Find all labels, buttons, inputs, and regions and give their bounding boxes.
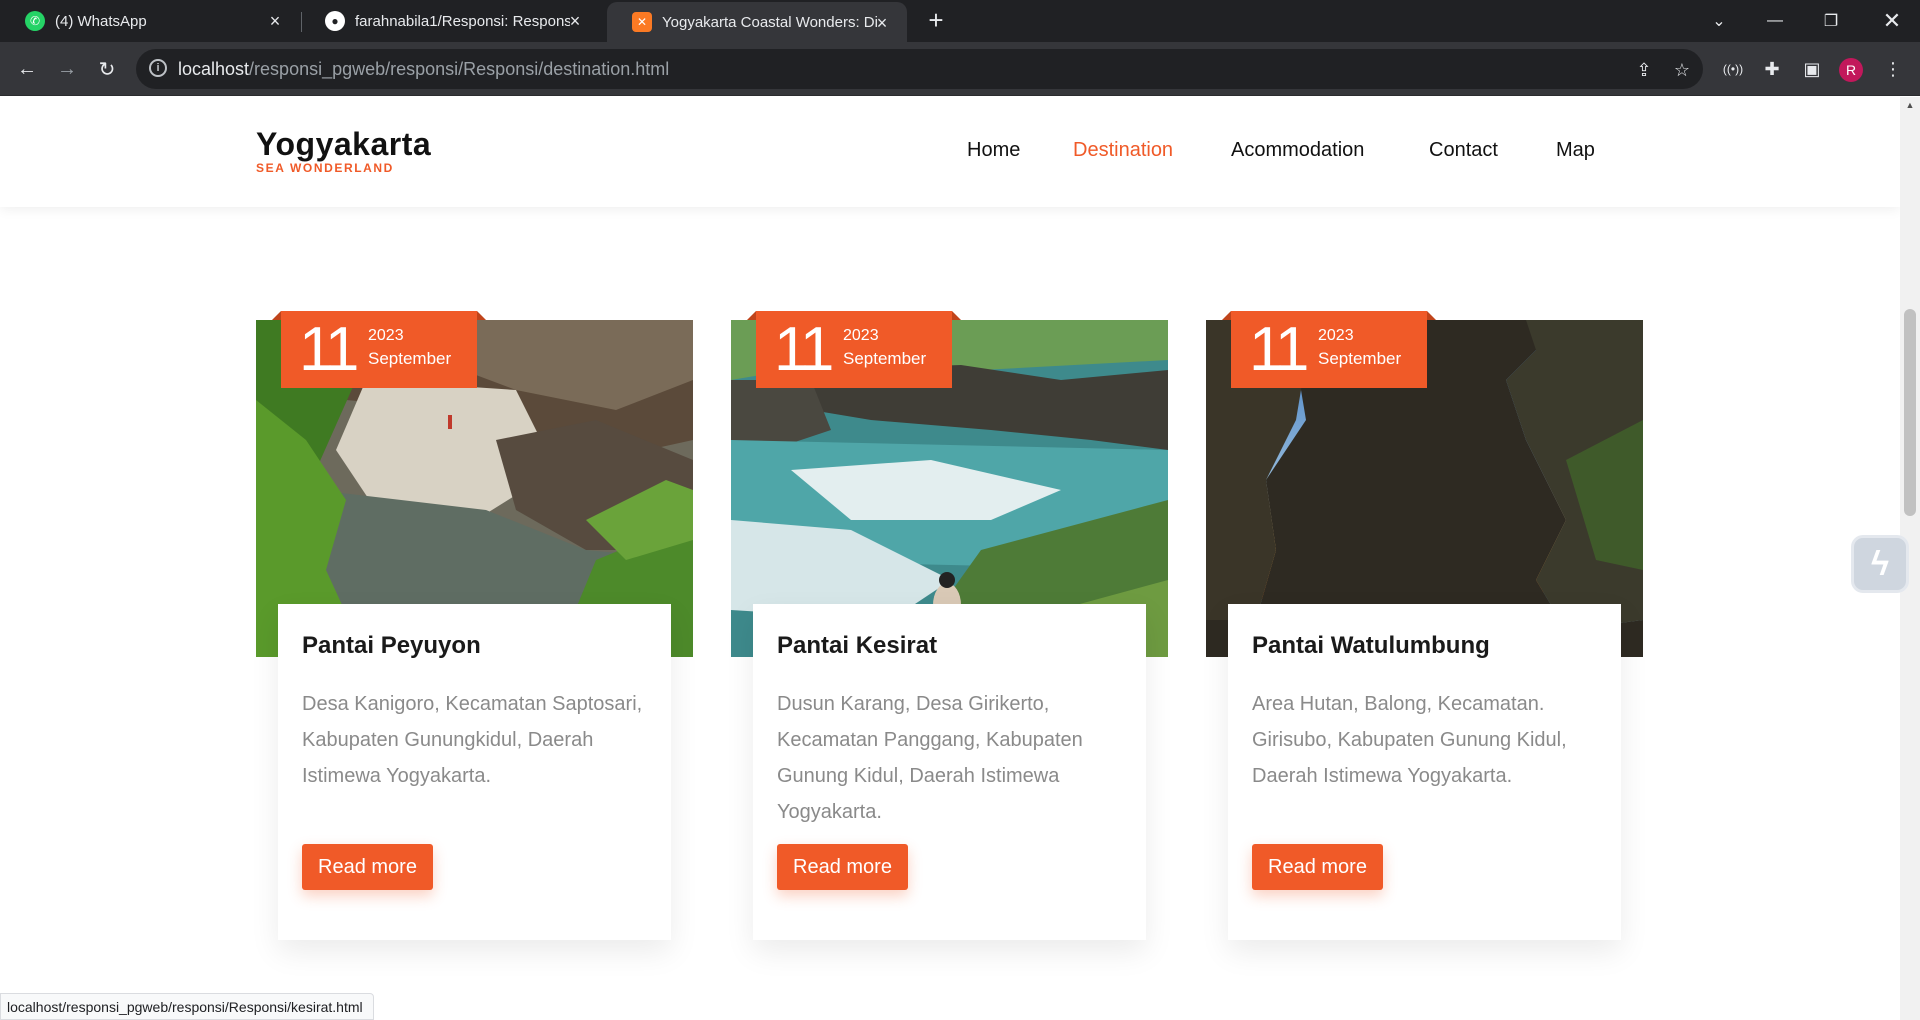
card-body: Pantai Peyuyon Desa Kanigoro, Kecamatan … xyxy=(278,604,671,940)
tab-title: (4) WhatsApp xyxy=(55,12,147,30)
tab-destination[interactable]: ✕ Yogyakarta Coastal Wonders: Di × xyxy=(607,2,907,42)
whatsapp-icon: ✆ xyxy=(25,11,45,31)
card-body: Pantai Kesirat Dusun Karang, Desa Girike… xyxy=(753,604,1146,940)
date-badge: 11 2023 September xyxy=(281,311,477,388)
brand-tagline: SEA WONDERLAND xyxy=(256,161,394,175)
brand-name: Yogyakarta xyxy=(256,126,432,162)
tab-github[interactable]: ● farahnabila1/Responsi: Responsi × xyxy=(300,0,600,42)
tab-search-icon[interactable]: ⌄ xyxy=(1691,0,1747,42)
browser-tab-bar: ✆ (4) WhatsApp × ● farahnabila1/Responsi… xyxy=(0,0,1920,42)
site-info-icon[interactable]: i xyxy=(149,59,167,77)
date-year: 2023 xyxy=(1318,327,1354,344)
read-more-button[interactable]: Read more xyxy=(777,844,908,890)
destination-name[interactable]: Pantai Kesirat xyxy=(777,632,1122,660)
share-icon[interactable]: ⇪ xyxy=(1633,59,1655,81)
extensions-puzzle-icon[interactable]: ✚ xyxy=(1757,54,1787,84)
scroll-up-icon[interactable]: ▲ xyxy=(1904,100,1916,112)
date-month: September xyxy=(843,349,927,368)
reload-button[interactable]: ↻ xyxy=(92,54,122,84)
kebab-menu-icon[interactable]: ⋮ xyxy=(1878,54,1908,84)
nav-acommodation[interactable]: Acommodation xyxy=(1231,139,1364,162)
tab-whatsapp[interactable]: ✆ (4) WhatsApp × xyxy=(0,0,300,42)
profile-avatar[interactable]: R xyxy=(1839,58,1863,82)
url-host: localhost xyxy=(178,59,250,79)
extension-radio-icon[interactable]: ((•)) xyxy=(1718,54,1748,84)
scrollbar-thumb[interactable] xyxy=(1904,309,1916,516)
date-month: September xyxy=(1318,349,1402,368)
destination-address: Desa Kanigoro, Kecamatan Saptosari, Kabu… xyxy=(302,693,643,787)
date-badge: 11 2023 September xyxy=(1231,311,1427,388)
tab-title: Yogyakarta Coastal Wonders: Di xyxy=(662,13,877,31)
nav-map[interactable]: Map xyxy=(1556,139,1595,162)
bookmark-star-icon[interactable]: ☆ xyxy=(1671,59,1693,81)
read-more-button[interactable]: Read more xyxy=(1252,844,1383,890)
read-more-button[interactable]: Read more xyxy=(302,844,433,890)
date-year: 2023 xyxy=(368,327,404,344)
side-panel-icon[interactable]: ▣ xyxy=(1797,54,1827,84)
close-window-button[interactable]: ✕ xyxy=(1864,0,1920,42)
status-url-bar: localhost/responsi_pgweb/responsi/Respon… xyxy=(0,993,374,1020)
card-body: Pantai Watulumbung Area Hutan, Balong, K… xyxy=(1228,604,1621,940)
xampp-icon: ✕ xyxy=(632,12,652,32)
new-tab-button[interactable]: + xyxy=(922,5,950,35)
destination-card: 11 2023 September Pantai Watulumbung Are… xyxy=(1206,311,1643,940)
nav-contact[interactable]: Contact xyxy=(1429,139,1498,162)
site-logo[interactable]: Yogyakarta SEA WONDERLAND xyxy=(256,126,431,175)
url-text[interactable]: localhost/responsi_pgweb/responsi/Respon… xyxy=(178,59,669,80)
destination-name[interactable]: Pantai Peyuyon xyxy=(302,632,647,660)
date-day: 11 xyxy=(774,315,834,384)
date-day: 11 xyxy=(299,315,359,384)
date-year: 2023 xyxy=(843,327,879,344)
nav-home[interactable]: Home xyxy=(967,139,1020,162)
restore-button[interactable]: ❐ xyxy=(1803,0,1859,42)
floating-lightning-icon[interactable]: ϟ xyxy=(1851,535,1909,593)
github-icon: ● xyxy=(325,11,345,31)
destination-name[interactable]: Pantai Watulumbung xyxy=(1252,632,1597,660)
nav-destination[interactable]: Destination xyxy=(1073,139,1173,162)
date-day: 11 xyxy=(1249,315,1309,384)
destination-address: Dusun Karang, Desa Girikerto, Kecamatan … xyxy=(777,693,1083,823)
date-badge: 11 2023 September xyxy=(756,311,952,388)
tab-title: farahnabila1/Responsi: Responsi xyxy=(355,12,570,30)
destination-card: 11 2023 September Pantai Kesirat Dusun K… xyxy=(731,311,1168,940)
date-month: September xyxy=(368,349,452,368)
close-icon[interactable]: × xyxy=(564,10,586,32)
close-icon[interactable]: × xyxy=(264,10,286,32)
forward-button[interactable]: → xyxy=(52,54,82,84)
url-path: /responsi_pgweb/responsi/Responsi/destin… xyxy=(249,59,670,79)
close-icon[interactable]: × xyxy=(871,12,893,34)
destination-address: Area Hutan, Balong, Kecamatan. Girisubo,… xyxy=(1252,693,1567,787)
page-viewport: Yogyakarta SEA WONDERLAND Home Destinati… xyxy=(0,97,1900,1020)
back-button[interactable]: ← xyxy=(12,54,42,84)
browser-toolbar: ← → ↻ i localhost/responsi_pgweb/respons… xyxy=(0,42,1920,96)
destination-card: 11 2023 September Pantai Peyuyon Desa Ka… xyxy=(256,311,693,940)
minimize-button[interactable]: — xyxy=(1747,0,1803,42)
site-header: Yogyakarta SEA WONDERLAND Home Destinati… xyxy=(0,97,1900,207)
address-bar[interactable]: i localhost/responsi_pgweb/responsi/Resp… xyxy=(136,49,1703,89)
